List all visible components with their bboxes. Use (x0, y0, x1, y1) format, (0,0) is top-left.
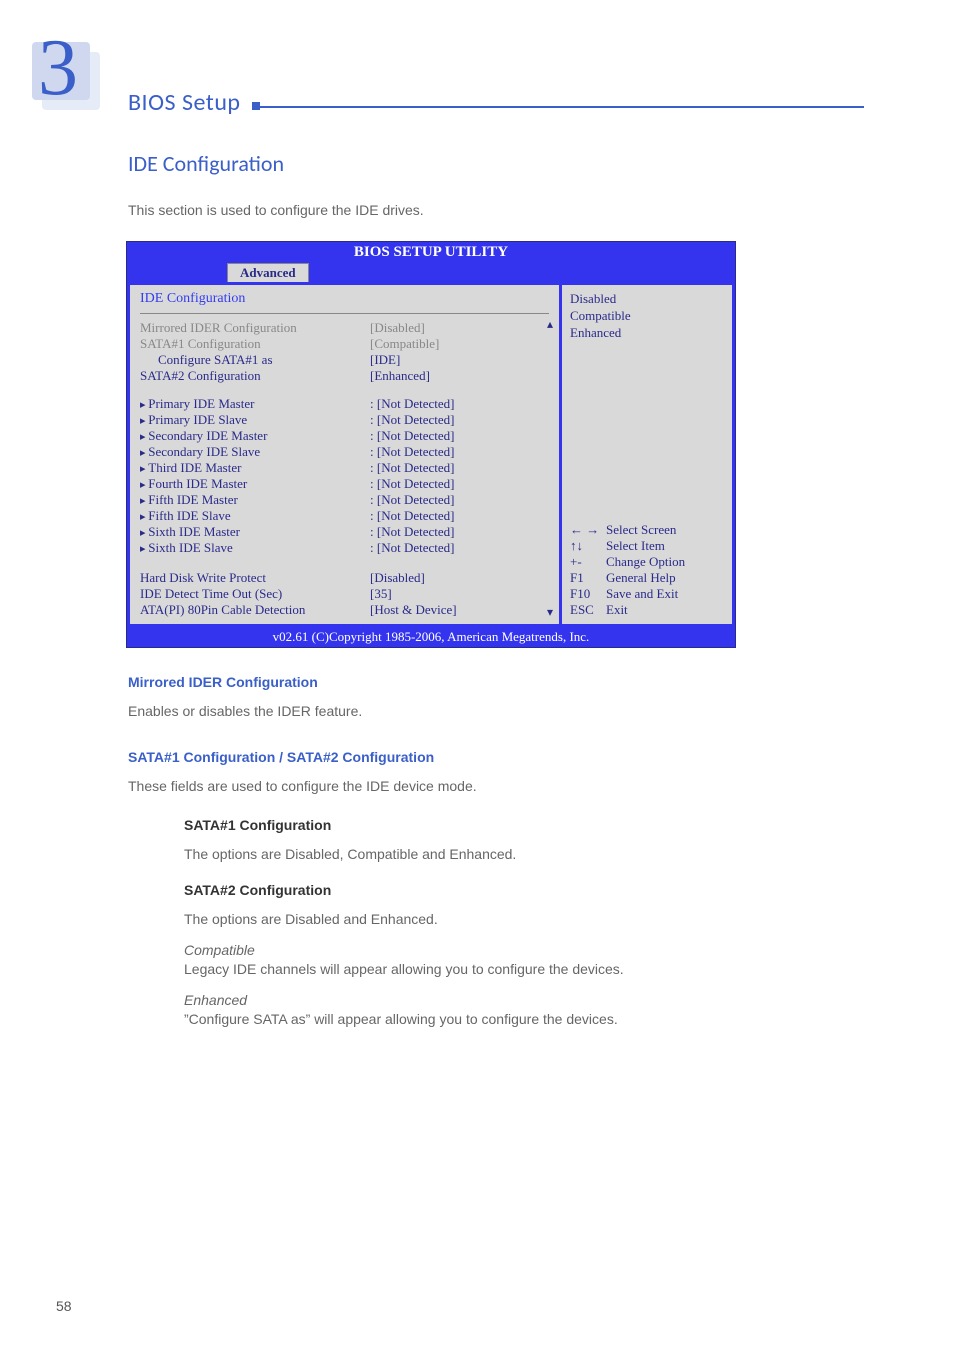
sata2-config-label[interactable]: SATA#2 Configuration (140, 368, 370, 384)
scroll-down-icon[interactable]: ▾ (547, 605, 553, 620)
option-value: [35] (370, 586, 559, 602)
nav-key-legend: ← →Select Screen↑↓Select Item+-Change Op… (570, 522, 724, 618)
ide-item-value: : [Not Detected] (370, 412, 559, 428)
compatible-label: Compatible (184, 942, 844, 958)
page-number: 58 (56, 1298, 72, 1314)
mirrored-ider-body: Enables or disables the IDER feature. (128, 700, 844, 722)
bios-title: BIOS SETUP UTILITY (127, 242, 735, 263)
nav-label: Change Option (606, 554, 724, 570)
section-label: BIOS Setup (128, 88, 241, 117)
sata1-sub-body: The options are Disabled, Compatible and… (184, 843, 844, 865)
sata1-subheading: SATA#1 Configuration (184, 817, 844, 833)
configure-sata1-as-label[interactable]: Configure SATA#1 as (140, 352, 370, 368)
option-label[interactable]: ATA(PI) 80Pin Cable Detection (140, 602, 370, 618)
mirrored-ider-label[interactable]: Mirrored IDER Configuration (140, 320, 370, 336)
ide-item-value: : [Not Detected] (370, 540, 559, 556)
ide-item-value: : [Not Detected] (370, 460, 559, 476)
nav-label: General Help (606, 570, 724, 586)
nav-label: Select Item (606, 538, 724, 554)
help-option-values: DisabledCompatibleEnhanced (570, 291, 724, 342)
ide-item-label: Third IDE Master (140, 460, 370, 476)
sata2-config-value: [Enhanced] (370, 368, 559, 384)
bios-setup-utility: BIOS SETUP UTILITY Advanced IDE Configur… (126, 241, 736, 648)
ide-item-label: Sixth IDE Master (140, 524, 370, 540)
ide-item-value: : [Not Detected] (370, 492, 559, 508)
help-value: Disabled (570, 291, 724, 308)
nav-key: ↑↓ (570, 538, 606, 554)
compatible-body: Legacy IDE channels will appear allowing… (184, 958, 844, 980)
chapter-badge: 3 (20, 20, 90, 115)
help-value: Compatible (570, 308, 724, 325)
ide-item-label: Secondary IDE Slave (140, 444, 370, 460)
configure-sata1-as-value: [IDE] (370, 352, 559, 368)
ide-item-value: : [Not Detected] (370, 508, 559, 524)
nav-label: Exit (606, 602, 724, 618)
ide-item[interactable]: Primary IDE Slave: [Not Detected] (140, 412, 559, 428)
ide-device-list: Primary IDE Master: [Not Detected]Primar… (140, 396, 559, 556)
ide-item[interactable]: Fifth IDE Slave: [Not Detected] (140, 508, 559, 524)
sata2-sub-body: The options are Disabled and Enhanced. (184, 908, 844, 930)
intro-text: This section is used to configure the ID… (128, 199, 844, 221)
nav-key: ← → (570, 522, 606, 538)
ide-item[interactable]: Secondary IDE Master: [Not Detected] (140, 428, 559, 444)
ide-item[interactable]: Third IDE Master: [Not Detected] (140, 460, 559, 476)
rule-endcap-icon (252, 102, 260, 110)
ide-item-value: : [Not Detected] (370, 476, 559, 492)
mirrored-ider-heading: Mirrored IDER Configuration (128, 674, 844, 690)
ide-item-value: : [Not Detected] (370, 428, 559, 444)
sata-config-heading: SATA#1 Configuration / SATA#2 Configurat… (128, 749, 844, 765)
ide-item-label: Primary IDE Slave (140, 412, 370, 428)
option-value: [Disabled] (370, 570, 559, 586)
bios-main-panel: IDE Configuration Mirrored IDER Configur… (130, 285, 559, 624)
enhanced-label: Enhanced (184, 992, 844, 1008)
ide-item[interactable]: Sixth IDE Slave: [Not Detected] (140, 540, 559, 556)
bios-tab-bar: Advanced (127, 263, 735, 282)
tab-advanced[interactable]: Advanced (227, 263, 309, 282)
option-value: [Host & Device] (370, 602, 559, 618)
section-rule (260, 106, 864, 108)
ide-item-value: : [Not Detected] (370, 396, 559, 412)
mirrored-ider-value: [Disabled] (370, 320, 559, 336)
ide-item-value: : [Not Detected] (370, 524, 559, 540)
bios-footer: v02.61 (C)Copyright 1985-2006, American … (127, 627, 735, 647)
nav-label: Save and Exit (606, 586, 724, 602)
nav-key: F1 (570, 570, 606, 586)
bios-help-panel: DisabledCompatibleEnhanced ← →Select Scr… (562, 285, 732, 624)
help-value: Enhanced (570, 325, 724, 342)
ide-item[interactable]: Fifth IDE Master: [Not Detected] (140, 492, 559, 508)
ide-item[interactable]: Secondary IDE Slave: [Not Detected] (140, 444, 559, 460)
ide-item-label: Fourth IDE Master (140, 476, 370, 492)
scroll-up-icon[interactable]: ▴ (547, 317, 553, 332)
chapter-number: 3 (38, 28, 78, 108)
option-label[interactable]: IDE Detect Time Out (Sec) (140, 586, 370, 602)
ide-item-label: Fifth IDE Master (140, 492, 370, 508)
ide-item-label: Primary IDE Master (140, 396, 370, 412)
divider (140, 313, 549, 314)
page-title: IDE Configuration (128, 150, 844, 177)
more-options-list: Hard Disk Write Protect[Disabled]IDE Det… (140, 570, 559, 618)
ide-item-label: Fifth IDE Slave (140, 508, 370, 524)
sata-config-body: These fields are used to configure the I… (128, 775, 844, 797)
option-label[interactable]: Hard Disk Write Protect (140, 570, 370, 586)
sata1-config-value: [Compatible] (370, 336, 559, 352)
nav-key: ESC (570, 602, 606, 618)
ide-item-label: Secondary IDE Master (140, 428, 370, 444)
panel-header: IDE Configuration (140, 291, 559, 311)
nav-label: Select Screen (606, 522, 724, 538)
ide-item-label: Sixth IDE Slave (140, 540, 370, 556)
nav-key: F10 (570, 586, 606, 602)
ide-item[interactable]: Fourth IDE Master: [Not Detected] (140, 476, 559, 492)
ide-item[interactable]: Primary IDE Master: [Not Detected] (140, 396, 559, 412)
sata1-config-label[interactable]: SATA#1 Configuration (140, 336, 370, 352)
nav-key: +- (570, 554, 606, 570)
ide-item-value: : [Not Detected] (370, 444, 559, 460)
ide-item[interactable]: Sixth IDE Master: [Not Detected] (140, 524, 559, 540)
enhanced-body: ”Configure SATA as” will appear allowing… (184, 1008, 844, 1030)
sata2-subheading: SATA#2 Configuration (184, 882, 844, 898)
